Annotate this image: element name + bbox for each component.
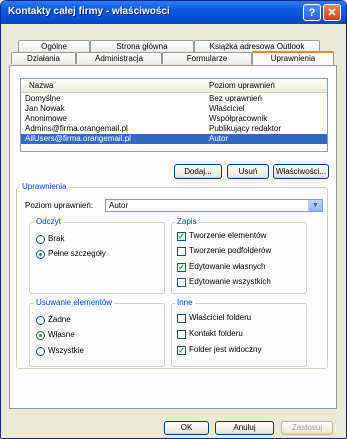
apply-button[interactable]: Zastosuj (281, 421, 333, 435)
read-none-radio[interactable] (36, 235, 45, 244)
permissions-list[interactable]: Nazwa Poziom uprawnień Domyślne Bez upra… (20, 78, 328, 152)
folder-contact-label: Kontakt folderu (189, 329, 243, 338)
column-header-level[interactable]: Poziom uprawnień (209, 81, 275, 90)
delete-none-radio[interactable] (36, 316, 45, 325)
list-item[interactable]: Admins@firma.orangemail.pl Publikujący r… (21, 124, 327, 134)
list-item[interactable]: Domyślne Bez uprawnień (21, 94, 327, 104)
list-item-name: Admins@firma.orangemail.pl (25, 124, 128, 133)
list-item-selected[interactable]: AllUsers@firma.orangemail.pl Autor (21, 134, 327, 144)
list-item-level: Autor (209, 134, 229, 143)
remove-button[interactable]: Usuń (227, 164, 269, 179)
list-item-name: Domyślne (25, 94, 61, 103)
cancel-button[interactable]: Anuluj (215, 421, 274, 435)
delete-group-label: Usuwanie elementów (34, 298, 115, 308)
read-none-label: Brak (48, 234, 65, 243)
edit-own-checkbox[interactable]: ✓ (177, 263, 186, 272)
list-item-name: AllUsers@firma.orangemail.pl (25, 134, 131, 143)
list-item-level: Publikujący redaktor (209, 124, 282, 133)
delete-own-label: Własne (48, 330, 75, 339)
folder-contact-checkbox[interactable] (177, 330, 186, 339)
delete-all-radio[interactable] (36, 347, 45, 356)
column-header-name[interactable]: Nazwa (29, 81, 53, 90)
add-button[interactable]: Dodaj... (174, 164, 222, 179)
properties-button[interactable]: Właściwości... (273, 164, 329, 179)
tab-uprawnienia[interactable]: Uprawnienia (252, 51, 334, 65)
tab-formularze[interactable]: Formularze (162, 52, 252, 64)
chevron-down-icon[interactable]: ▼ (308, 200, 322, 211)
folder-owner-checkbox[interactable] (177, 314, 186, 323)
list-item-level: Współpracownik (209, 114, 268, 123)
window-title: Kontakty całej firmy - właściwości (8, 6, 170, 17)
other-group-label: Inne (175, 298, 195, 308)
permissions-group-label: Uprawnienia (20, 182, 69, 192)
list-item-level: Bez uprawnień (209, 94, 262, 103)
read-full-label: Pełne szczegóły (48, 249, 106, 258)
permission-level-select[interactable]: Autor ▼ (105, 199, 323, 212)
write-group-label: Zapis (175, 217, 199, 227)
create-items-checkbox[interactable]: ✓ (177, 232, 186, 241)
delete-all-label: Wszystkie (48, 346, 84, 355)
create-subfolders-label: Tworzenie podfolderów (189, 246, 272, 255)
edit-all-label: Edytowanie wszystkich (189, 277, 271, 286)
read-full-radio[interactable] (36, 250, 45, 259)
tab-dzialania[interactable]: Działania (11, 52, 76, 64)
close-button[interactable]: ✕ (323, 4, 341, 21)
title-bar[interactable]: Kontakty całej firmy - właściwości ? ✕ (1, 1, 346, 24)
tab-strona-glowna[interactable]: Strona główna (90, 40, 194, 52)
delete-none-label: Żadne (48, 315, 71, 324)
tab-ogolne[interactable]: Ogólne (18, 40, 90, 52)
list-item[interactable]: Jan Nowak Właściciel (21, 104, 327, 114)
help-button[interactable]: ? (303, 4, 321, 21)
list-item-level: Właściciel (209, 104, 245, 113)
properties-dialog: Kontakty całej firmy - właściwości ? ✕ O… (0, 0, 347, 439)
list-item-name: Jan Nowak (25, 104, 65, 113)
folder-visible-label: Folder jest widoczny (189, 345, 262, 354)
permission-level-value: Autor (109, 201, 129, 210)
ok-button[interactable]: OK (164, 421, 209, 435)
create-items-label: Tworzenie elementów (189, 231, 267, 240)
create-subfolders-checkbox[interactable] (177, 247, 186, 256)
list-item-name: Anonimowe (25, 114, 67, 123)
read-group-label: Odczyt (34, 217, 63, 227)
folder-owner-label: Właściciel folderu (189, 313, 252, 322)
delete-own-radio[interactable] (36, 331, 45, 340)
edit-own-label: Edytowanie własnych (189, 262, 266, 271)
list-header: Nazwa Poziom uprawnień (21, 79, 327, 93)
permission-level-label: Poziom uprawnień: (25, 201, 94, 210)
tab-administracja[interactable]: Administracja (76, 52, 162, 64)
list-item[interactable]: Anonimowe Współpracownik (21, 114, 327, 124)
edit-all-checkbox[interactable] (177, 278, 186, 287)
folder-visible-checkbox[interactable]: ✓ (177, 346, 186, 355)
